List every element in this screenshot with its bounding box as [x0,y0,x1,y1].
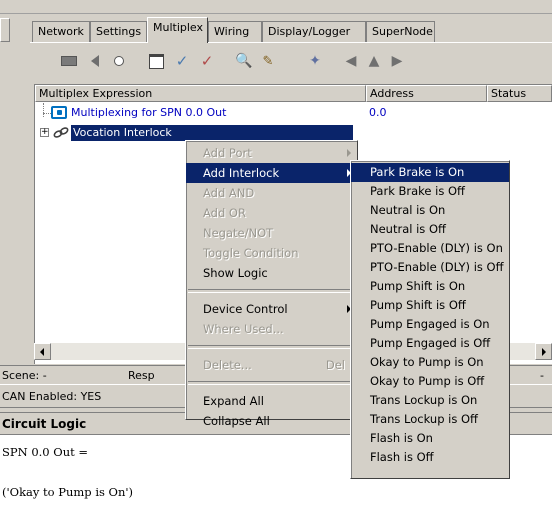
menu-item-device-control[interactable]: Device Control [186,299,357,319]
window-icon [148,53,164,69]
column-header-expression[interactable]: Multiplex Expression [35,85,366,102]
arrow-left-icon: ◀ [345,53,357,69]
tab-multiplex[interactable]: Multiplex [147,17,208,43]
menu-item-expand-all[interactable]: Expand All [186,391,357,411]
back-icon [91,55,99,67]
record-button[interactable] [58,50,80,72]
menu-item-add-or: Add OR [203,206,246,220]
menu-item-add-interlock[interactable]: Add Interlock [186,163,357,183]
submenu-item-park-brake-is-on[interactable]: Park Brake is On [351,163,509,182]
submenu-arrow-icon [347,149,351,157]
tab-panel-border [30,42,552,43]
arrow-up-icon: ▲ [368,53,380,69]
arrow-right-button[interactable]: ▶ [386,50,408,72]
arrow-right-icon: ▶ [391,53,403,69]
logic-line-1: SPN 0.0 Out = [2,445,89,459]
menu-separator [188,381,355,385]
menu-item-collapse-all[interactable]: Collapse All [186,411,357,431]
menu-item-toggle-condition: Toggle Condition [203,246,299,260]
zoom-button[interactable]: 🔍 [233,50,255,72]
back-button[interactable] [84,50,106,72]
menu-item-add-and: Add AND [203,186,255,200]
interlock-submenu: Park Brake is On Park Brake is Off Neutral… [350,160,510,479]
tab-display-logger[interactable]: Display/Logger [262,21,366,42]
scroll-right-button[interactable] [535,343,552,360]
context-menu: Add Port Add Interlock Add AND Add OR Negate… [185,140,358,428]
submenu-item-okay-to-pump-is-on[interactable]: Okay to Pump is On [351,353,509,372]
menu-item-negate-not: Negate/NOT [203,226,274,240]
check-red-icon: ✓ [200,52,214,70]
window-button[interactable] [145,50,167,72]
scene-label: Scene: - [2,369,47,382]
submenu-item-pto-enable-dly-is-off[interactable]: PTO-Enable (DLY) is Off [351,258,509,277]
submenu-item-pump-engaged-is-on[interactable]: Pump Engaged is On [351,315,509,334]
interlock-chain-icon [53,126,69,139]
table-row[interactable]: Multiplexing for SPN 0.0 Out 0.0 [35,105,552,121]
row-expression-selected: Vocation Interlock [71,125,353,141]
left-splitter-handle[interactable] [0,18,10,42]
tab-settings[interactable]: Settings [90,21,147,42]
edit-icon: ✎ [262,53,274,69]
clear-button[interactable]: ✦ [304,50,326,72]
menu-item-add-port: Add Port [186,143,357,163]
zoom-icon: 🔍 [235,53,253,69]
submenu-item-pto-enable-dly-is-on[interactable]: PTO-Enable (DLY) is On [351,239,509,258]
row-address: 0.0 [369,106,387,119]
check-blue-icon: ✓ [175,52,189,70]
circuit-logic-title: Circuit Logic [2,417,87,431]
check-blue-button[interactable]: ✓ [171,50,193,72]
tab-network[interactable]: Network [32,21,90,42]
submenu-item-flash-is-on[interactable]: Flash is On [351,429,509,448]
can-enabled-label: CAN Enabled: YES [2,390,102,403]
submenu-item-flash-is-off[interactable]: Flash is Off [351,448,509,467]
submenu-item-pump-shift-is-on[interactable]: Pump Shift is On [351,277,509,296]
submenu-item-neutral-is-on[interactable]: Neutral is On [351,201,509,220]
resp-label: Resp [128,369,155,382]
menu-separator [188,289,355,293]
menu-item-delete: Delete... Del [203,358,345,372]
menu-separator [188,345,355,349]
record-icon [61,56,77,66]
submenu-item-pump-engaged-is-off[interactable]: Pump Engaged is Off [351,334,509,353]
top-strip [0,0,552,14]
submenu-item-trans-lockup-is-off[interactable]: Trans Lockup is Off [351,410,509,429]
logic-line-2: ('Okay to Pump is On') [2,485,134,499]
table-row[interactable]: + Vocation Interlock [35,125,552,141]
menu-item-where-used: Where Used... [203,322,284,336]
column-header-address[interactable]: Address [366,85,487,102]
submenu-item-okay-to-pump-is-off[interactable]: Okay to Pump is Off [351,372,509,391]
circle-button[interactable] [108,50,130,72]
edit-button[interactable]: ✎ [257,50,279,72]
arrow-left-button[interactable]: ◀ [340,50,362,72]
submenu-item-neutral-is-off[interactable]: Neutral is Off [351,220,509,239]
menu-item-show-logic[interactable]: Show Logic [186,263,357,283]
expand-icon[interactable]: + [40,128,49,137]
arrow-up-button[interactable]: ▲ [363,50,385,72]
tab-supernode[interactable]: SuperNode [366,21,435,42]
multiplex-output-icon [51,106,67,119]
scroll-left-button[interactable] [34,343,51,360]
submenu-item-park-brake-is-off[interactable]: Park Brake is Off [351,182,509,201]
submenu-item-trans-lockup-is-on[interactable]: Trans Lockup is On [351,391,509,410]
status-dash: - [540,369,544,382]
row-expression: Multiplexing for SPN 0.0 Out [71,106,227,119]
check-red-button[interactable]: ✓ [196,50,218,72]
column-header-status[interactable]: Status [487,85,552,102]
clear-icon: ✦ [309,53,321,69]
tab-wiring[interactable]: Wiring [208,21,262,42]
submenu-item-pump-shift-is-off[interactable]: Pump Shift is Off [351,296,509,315]
circle-icon [114,56,124,66]
